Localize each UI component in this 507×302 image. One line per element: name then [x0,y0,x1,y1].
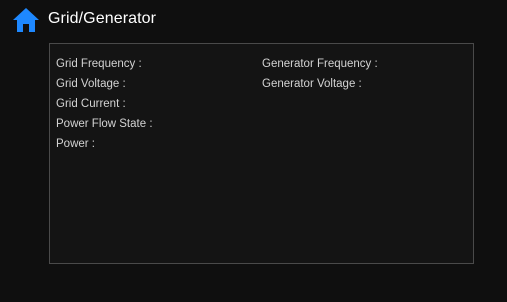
grid-column: Grid Frequency : Grid Voltage : Grid Cur… [56,54,153,154]
power-flow-state-label: Power Flow State : [56,118,153,130]
generator-voltage-label: Generator Voltage : [262,78,362,90]
power-label: Power : [56,138,95,150]
generator-frequency-label: Generator Frequency : [262,58,378,70]
grid-generator-screen: Grid/Generator Grid Frequency : Grid Vol… [0,0,507,302]
home-button[interactable] [12,7,40,33]
page-title: Grid/Generator [48,10,157,27]
grid-frequency-label: Grid Frequency : [56,58,142,70]
home-icon [12,7,40,33]
info-panel: Grid Frequency : Grid Voltage : Grid Cur… [49,43,474,264]
generator-column: Generator Frequency : Generator Voltage … [262,54,378,94]
header-bar: Grid/Generator [0,0,507,38]
grid-voltage-label: Grid Voltage : [56,78,126,90]
grid-current-label: Grid Current : [56,98,126,110]
